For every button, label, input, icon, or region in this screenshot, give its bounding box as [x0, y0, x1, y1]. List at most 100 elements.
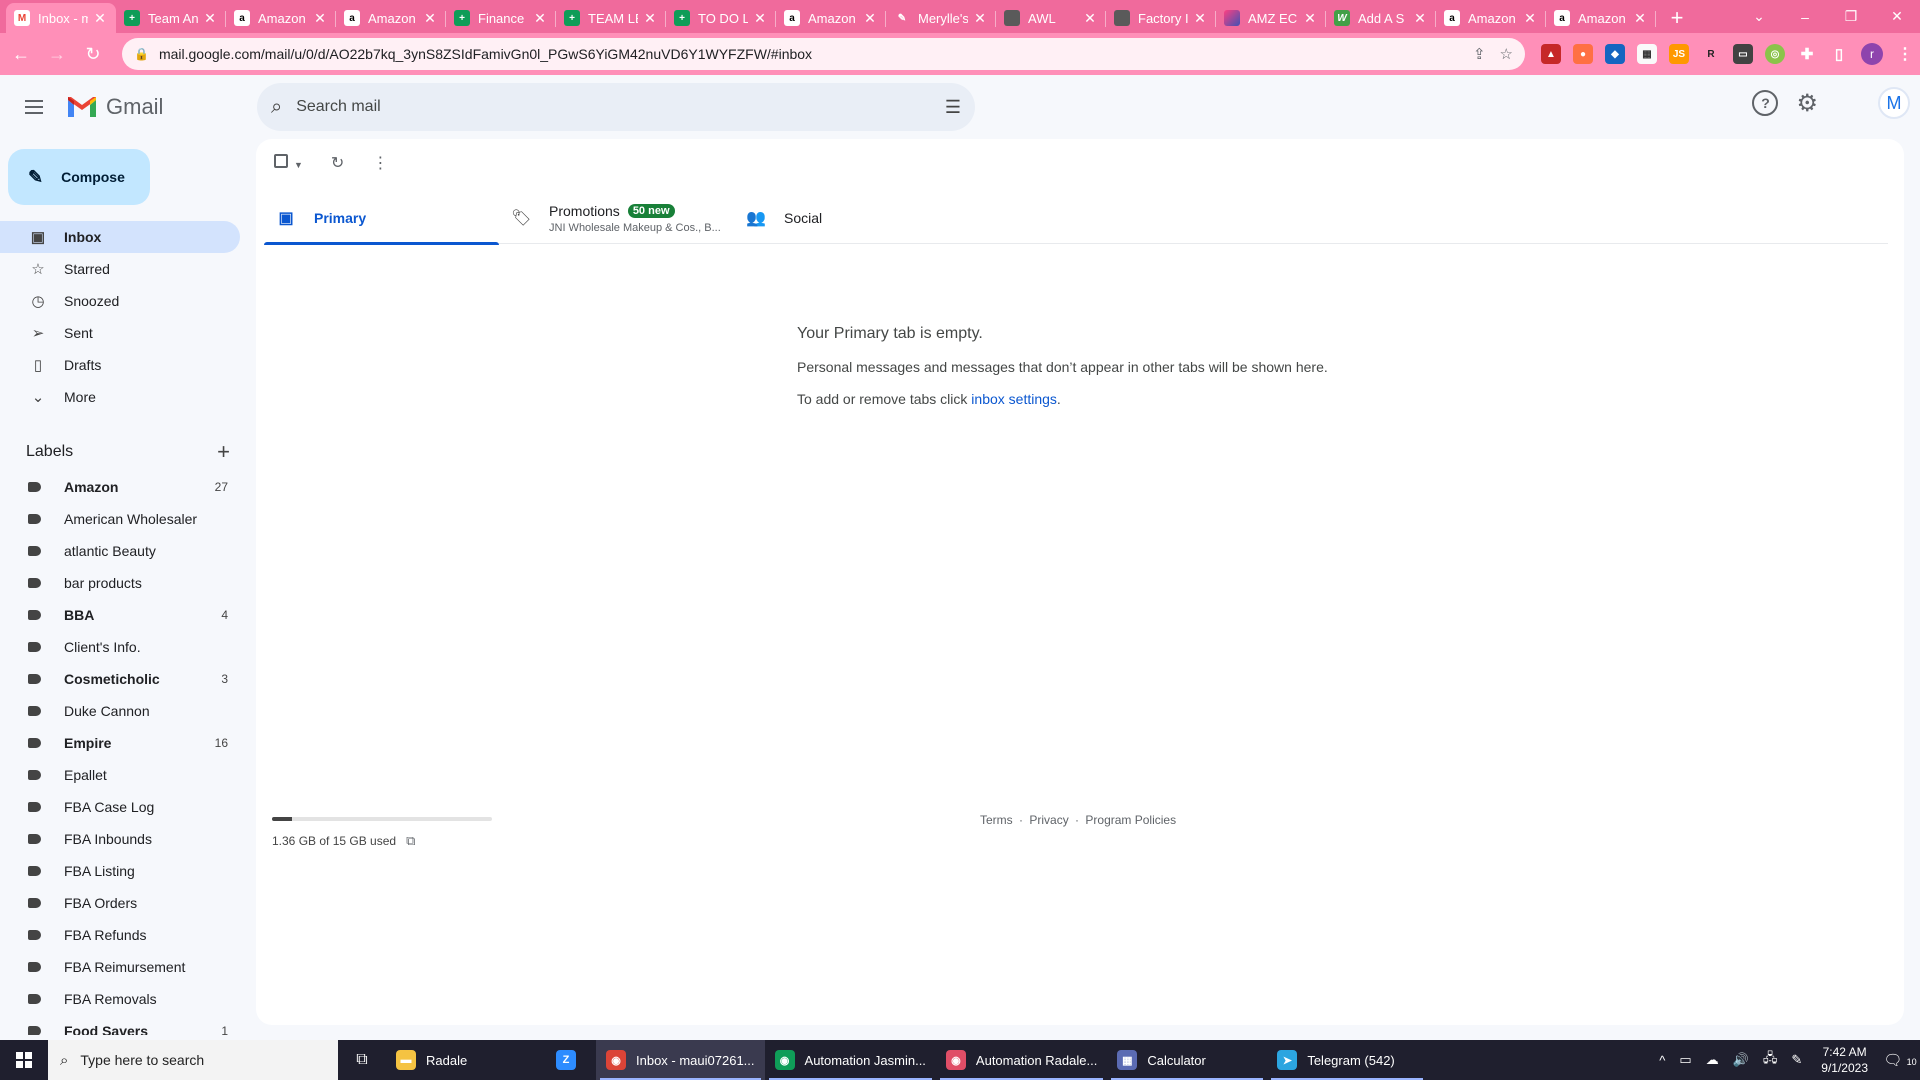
taskbar-app[interactable]: ▬ Radale: [386, 1040, 546, 1080]
close-tab-icon[interactable]: ✕: [532, 10, 548, 27]
nav-item-drafts[interactable]: ▯ Drafts: [0, 349, 240, 381]
browser-tab[interactable]: a Amazon ✕: [1436, 3, 1546, 33]
browser-tab[interactable]: W Add A S ✕: [1326, 3, 1436, 33]
add-label-icon[interactable]: +: [217, 439, 230, 465]
close-tab-icon[interactable]: ✕: [752, 10, 768, 27]
extension-icon[interactable]: ▲: [1541, 44, 1561, 64]
forward-button[interactable]: →: [42, 39, 72, 69]
new-tab-button[interactable]: +: [1662, 3, 1692, 33]
taskbar-search-input[interactable]: [80, 1052, 311, 1068]
close-tab-icon[interactable]: ✕: [972, 10, 988, 27]
label-item[interactable]: BBA 4: [0, 599, 240, 631]
close-tab-icon[interactable]: ✕: [202, 10, 218, 27]
tab-social[interactable]: 👥 Social: [734, 192, 969, 244]
help-icon[interactable]: ?: [1752, 90, 1779, 116]
browser-tab[interactable]: + TEAM LE✕: [556, 3, 666, 33]
select-all-checkbox[interactable]: ▼: [274, 153, 303, 173]
taskbar-app[interactable]: ➤ Telegram (542): [1267, 1040, 1427, 1080]
bookmark-star-icon[interactable]: ☆: [1500, 45, 1513, 63]
label-item[interactable]: Client's Info.: [0, 631, 240, 663]
network-icon[interactable]: 🖧: [1763, 1049, 1778, 1071]
puzzle-icon[interactable]: ✚: [1797, 44, 1817, 64]
main-menu-icon[interactable]: [22, 95, 46, 119]
browser-tab[interactable]: + Finance ✕: [446, 3, 556, 33]
label-item[interactable]: Duke Cannon: [0, 695, 240, 727]
back-button[interactable]: ←: [6, 39, 36, 69]
taskbar-app[interactable]: ◉ Automation Jasmin...: [765, 1040, 936, 1080]
compose-button[interactable]: ✎ Compose: [8, 149, 150, 205]
taskbar-search[interactable]: ⌕: [48, 1040, 338, 1080]
label-item[interactable]: FBA Listing: [0, 855, 240, 887]
account-avatar[interactable]: M: [1878, 87, 1910, 119]
address-bar[interactable]: 🔒 mail.google.com/mail/u/0/d/AO22b7kq_3y…: [122, 38, 1525, 70]
start-button[interactable]: [0, 1040, 48, 1080]
browser-tab[interactable]: ✎ Merylle's ✕: [886, 3, 996, 33]
close-tab-icon[interactable]: ✕: [862, 10, 878, 27]
label-item[interactable]: American Wholesaler: [0, 503, 240, 535]
browser-tab[interactable]: + TO DO L ✕: [666, 3, 776, 33]
pen-icon[interactable]: ✎: [1791, 1052, 1802, 1068]
label-item[interactable]: Food Savers 1: [0, 1015, 240, 1035]
gmail-logo[interactable]: Gmail: [66, 94, 163, 120]
tab-promotions[interactable]: 🏷 Promotions 50 new JNI Wholesale Makeup…: [499, 192, 734, 244]
kebab-menu-icon[interactable]: ⋮: [1895, 44, 1915, 64]
browser-tab[interactable]: a Amazon ✕: [776, 3, 886, 33]
search-icon[interactable]: ⌕: [271, 96, 282, 119]
browser-tab[interactable]: + Team An ✕: [116, 3, 226, 33]
tab-primary[interactable]: ▣ Primary: [264, 192, 499, 245]
label-item[interactable]: bar products: [0, 567, 240, 599]
browser-tab[interactable]: M Inbox - m ✕: [6, 3, 116, 33]
notification-center[interactable]: 🗨 10: [1880, 1051, 1920, 1069]
extension-icon[interactable]: R: [1701, 44, 1721, 64]
browser-profile-avatar[interactable]: r: [1861, 43, 1883, 65]
close-tab-icon[interactable]: ✕: [1522, 10, 1538, 27]
browser-tab[interactable]: a Amazon ✕: [226, 3, 336, 33]
close-window-button[interactable]: ✕: [1874, 8, 1920, 25]
taskbar-app[interactable]: ◉ Automation Radale...: [936, 1040, 1107, 1080]
maximize-button[interactable]: ❐: [1828, 8, 1874, 25]
chevron-up-icon[interactable]: ^: [1659, 1053, 1665, 1068]
close-tab-icon[interactable]: ✕: [1632, 10, 1648, 27]
label-item[interactable]: FBA Removals: [0, 983, 240, 1015]
taskbar-app[interactable]: ◉ Inbox - maui07261...: [596, 1040, 765, 1080]
close-tab-icon[interactable]: ✕: [1082, 10, 1098, 27]
label-item[interactable]: FBA Reimursement: [0, 951, 240, 983]
privacy-link[interactable]: Privacy: [1029, 813, 1068, 827]
label-item[interactable]: FBA Inbounds: [0, 823, 240, 855]
label-item[interactable]: FBA Case Log: [0, 791, 240, 823]
browser-tab[interactable]: Factory I ✕: [1106, 3, 1216, 33]
taskbar-app[interactable]: ▦ Calculator: [1107, 1040, 1267, 1080]
inbox-settings-link[interactable]: inbox settings: [971, 391, 1057, 407]
nav-item-inbox[interactable]: ▣ Inbox: [0, 221, 240, 253]
minimize-button[interactable]: –: [1782, 9, 1828, 25]
label-item[interactable]: Empire 16: [0, 727, 240, 759]
close-tab-icon[interactable]: ✕: [92, 10, 108, 27]
volume-icon[interactable]: 🔊: [1733, 1052, 1749, 1068]
select-caret-icon[interactable]: ▼: [294, 160, 303, 170]
browser-tab[interactable]: a Amazon ✕: [1546, 3, 1656, 33]
extension-icon[interactable]: ◆: [1605, 44, 1625, 64]
search-input[interactable]: [296, 98, 945, 116]
close-tab-icon[interactable]: ✕: [312, 10, 328, 27]
extension-icon[interactable]: ▦: [1637, 44, 1657, 64]
label-item[interactable]: FBA Refunds: [0, 919, 240, 951]
label-item[interactable]: Amazon 27: [0, 471, 240, 503]
browser-tab[interactable]: a Amazon ✕: [336, 3, 446, 33]
program-policies-link[interactable]: Program Policies: [1085, 813, 1176, 827]
label-item[interactable]: Epallet: [0, 759, 240, 791]
label-item[interactable]: Cosmeticholic 3: [0, 663, 240, 695]
reload-button[interactable]: ↻: [78, 39, 108, 69]
share-icon[interactable]: ⇪: [1473, 45, 1486, 63]
extension-icon[interactable]: JS: [1669, 44, 1689, 64]
label-item[interactable]: FBA Orders: [0, 887, 240, 919]
external-link-icon[interactable]: ⧉: [406, 833, 415, 849]
close-tab-icon[interactable]: ✕: [1412, 10, 1428, 27]
close-tab-icon[interactable]: ✕: [422, 10, 438, 27]
nav-item-more[interactable]: ⌄ More: [0, 381, 240, 413]
url-text[interactable]: mail.google.com/mail/u/0/d/AO22b7kq_3ynS…: [159, 46, 1459, 62]
close-tab-icon[interactable]: ✕: [642, 10, 658, 27]
taskbar-app[interactable]: Z: [546, 1040, 596, 1080]
terms-link[interactable]: Terms: [980, 813, 1013, 827]
meet-now-icon[interactable]: ▭: [1679, 1052, 1691, 1068]
browser-tab[interactable]: AMZ EC ✕: [1216, 3, 1326, 33]
